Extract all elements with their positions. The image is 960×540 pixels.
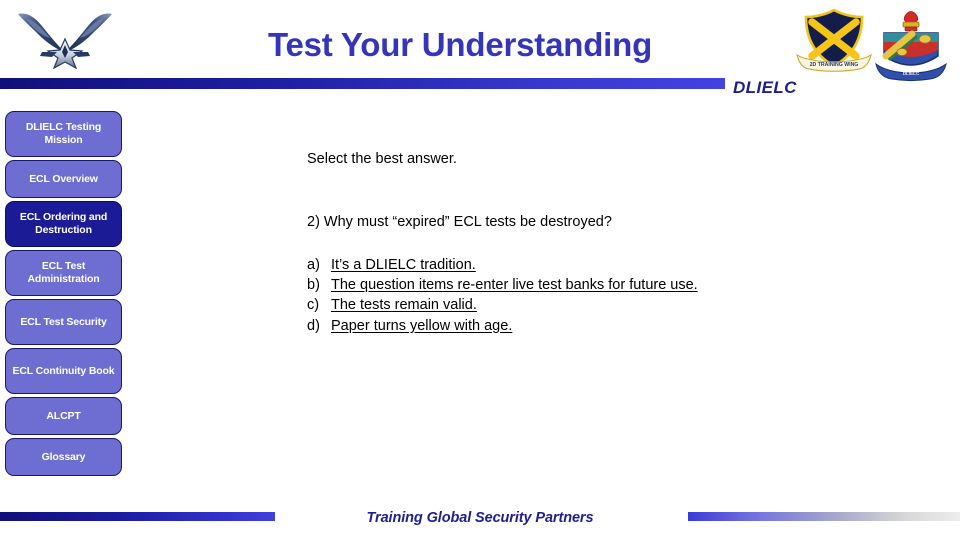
sidebar-item-label: ECL Overview	[29, 172, 98, 185]
crest-motto-text: 2D TRAINING WING	[810, 62, 859, 68]
sidebar-item-label: ECL Ordering and Destruction	[19, 211, 108, 236]
sidebar-item-ecl-ordering-and-destruction[interactable]: ECL Ordering and Destruction	[5, 201, 122, 247]
sidebar-item-label: ECL Test Administration	[27, 260, 100, 285]
sidebar-item-label: Glossary	[41, 450, 86, 463]
sidebar-item-label: ECL Continuity Book	[12, 364, 115, 377]
footer-bar-left	[0, 512, 275, 521]
page-title: Test Your Understanding	[267, 26, 653, 63]
sidebar-item-label: ECL Test Security	[20, 315, 107, 328]
answer-marker: d)	[307, 317, 320, 334]
header-divider-bar	[0, 78, 725, 89]
slide-content: Select the best answer. 2) Why must “exp…	[307, 150, 927, 337]
slide-canvas: Test Your Understanding DLIELC 2D TRAINI…	[0, 0, 960, 540]
answer-option[interactable]: c) The tests remain valid.	[307, 296, 927, 315]
footer-bar-right	[688, 512, 960, 521]
sidebar-item-ecl-test-security[interactable]: ECL Test Security	[5, 299, 122, 345]
sidebar-item-ecl-continuity-book[interactable]: ECL Continuity Book	[5, 348, 122, 394]
sidebar-item-label: ALCPT	[46, 409, 81, 422]
instruction-text: Select the best answer.	[307, 151, 457, 167]
answer-option[interactable]: a) It’s a DLIELC tradition.	[307, 256, 927, 275]
question-text: 2) Why must “expired” ECL tests be destr…	[307, 213, 612, 230]
training-wing-crest-icon: 2D TRAINING WING	[795, 6, 873, 78]
air-force-wings-icon	[12, 8, 118, 70]
sidebar-item-label: DLIELC Testing Mission	[25, 121, 102, 146]
answer-option-text[interactable]: The question items re-enter live test ba…	[331, 276, 737, 295]
answer-option-text[interactable]: Paper turns yellow with age.	[331, 317, 737, 336]
dlielc-wordmark: DLIELC	[733, 78, 797, 97]
sidebar-item-ecl-overview[interactable]: ECL Overview	[5, 160, 122, 198]
sidebar-item-ecl-test-administration[interactable]: ECL Test Administration	[5, 250, 122, 296]
answer-options-list: a) It’s a DLIELC tradition. b) The question…	[307, 256, 927, 336]
crest-banner-text: DLIELC	[903, 71, 920, 76]
answer-marker: a)	[307, 256, 320, 273]
answer-marker: b)	[307, 276, 320, 293]
sidebar-item-glossary[interactable]: Glossary	[5, 438, 122, 476]
sidebar-item-alcpt[interactable]: ALCPT	[5, 397, 122, 435]
answer-option[interactable]: b) The question items re-enter live test …	[307, 276, 927, 295]
sidebar-nav: DLIELC Testing Mission ECL Overview ECL Or…	[5, 111, 122, 479]
footer-tagline: Training Global Security Partners	[366, 510, 594, 526]
answer-marker: c)	[307, 297, 320, 314]
sidebar-item-dlielc-testing-mission[interactable]: DLIELC Testing Mission	[5, 111, 122, 157]
answer-option-text[interactable]: It’s a DLIELC tradition.	[331, 256, 737, 275]
answer-option[interactable]: d) Paper turns yellow with age.	[307, 317, 927, 336]
answer-option-text[interactable]: The tests remain valid.	[331, 296, 737, 315]
dlielc-crest-icon: DLIELC	[872, 6, 950, 84]
